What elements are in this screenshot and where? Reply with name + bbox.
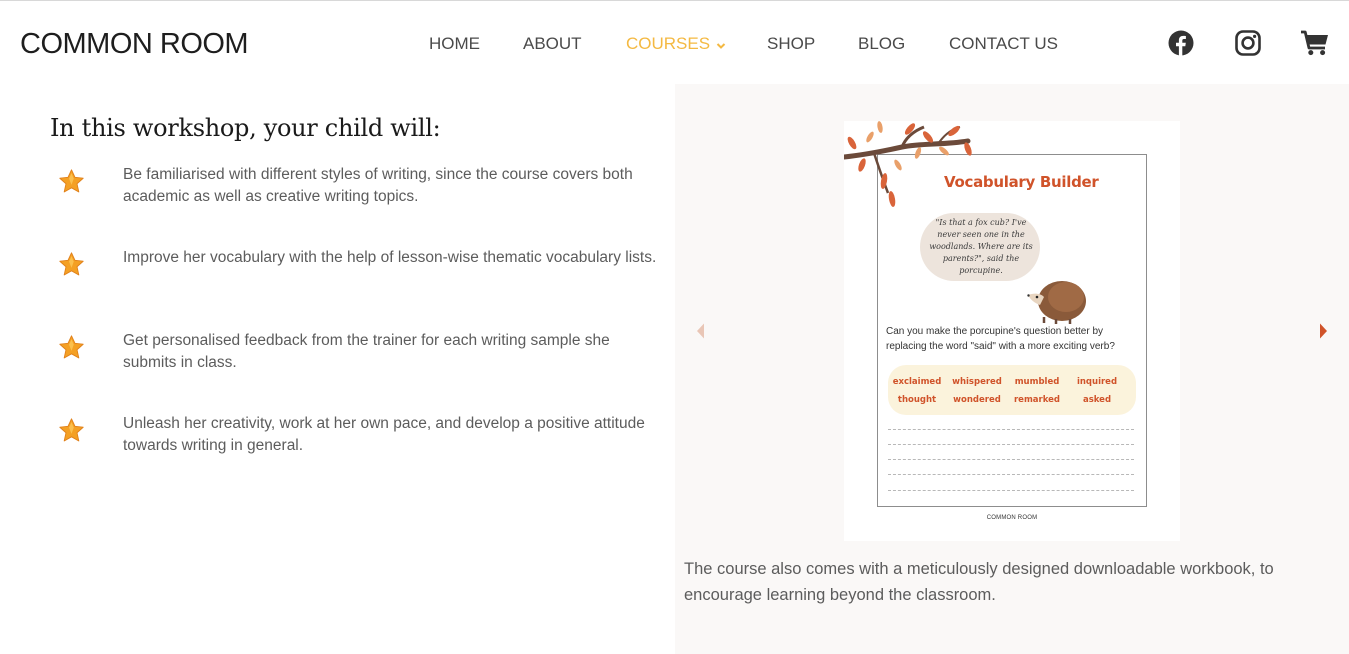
workbook-title: Vocabulary Builder — [944, 173, 1099, 191]
workbook-footer: COMMON ROOM — [986, 515, 1038, 521]
carousel-panel: Vocabulary Builder "Is that a fox cub? I… — [675, 84, 1349, 654]
list-item: Improve her vocabulary with the help of … — [58, 249, 658, 301]
nav-courses[interactable]: COURSES — [626, 34, 726, 55]
nav-contact-us[interactable]: CONTACT US — [949, 34, 1058, 54]
star-icon — [58, 417, 85, 444]
workbook-question: Can you make the porcupine's question be… — [886, 326, 1115, 352]
writing-line — [888, 474, 1134, 475]
word-bank-item: inquired — [1076, 377, 1118, 387]
carousel-prev-arrow-icon[interactable] — [695, 322, 707, 344]
star-icon — [58, 251, 85, 278]
list-item: Unleash her creativity, work at her own … — [58, 415, 658, 467]
list-item: Get personalised feedback from the train… — [58, 332, 658, 384]
word-bank-item: asked — [1082, 395, 1112, 405]
workbook-caption: The course also comes with a meticulousl… — [684, 560, 1274, 604]
word-bank-item: remarked — [1013, 395, 1060, 405]
workbook-image[interactable]: Vocabulary Builder "Is that a fox cub? I… — [844, 121, 1180, 541]
branch-illustration-icon — [844, 121, 972, 207]
word-bank-item: thought — [897, 395, 937, 405]
section-heading: In this workshop, your child will: — [50, 114, 441, 142]
nav-about[interactable]: ABOUT — [523, 34, 582, 54]
writing-line — [888, 444, 1134, 445]
cart-icon[interactable] — [1300, 30, 1330, 60]
star-icon — [58, 334, 85, 361]
nav-courses-label: COURSES — [626, 34, 711, 53]
speech-bubble-text: "Is that a fox cub? I've never seen one … — [929, 218, 1033, 275]
writing-line — [888, 429, 1134, 430]
word-bank-item: wondered — [953, 395, 1001, 405]
facebook-icon[interactable] — [1168, 30, 1194, 60]
nav-shop[interactable]: SHOP — [767, 34, 815, 54]
hedgehog-illustration-icon — [1027, 281, 1086, 324]
chevron-down-icon — [716, 35, 726, 55]
word-bank-item: mumbled — [1014, 377, 1060, 387]
word-bank-item: whispered — [952, 377, 1002, 387]
bullet-text: Unleash her creativity, work at her own … — [123, 415, 645, 454]
list-item: Be familiarised with different styles of… — [58, 166, 658, 218]
nav-blog[interactable]: BLOG — [858, 34, 905, 54]
star-icon — [58, 168, 85, 195]
word-bank-item: exclaimed — [892, 377, 942, 387]
writing-line — [888, 490, 1134, 491]
bullet-text: Get personalised feedback from the train… — [123, 332, 610, 371]
word-bank: exclaimed whispered mumbled inquired tho… — [888, 365, 1136, 415]
top-divider — [0, 0, 1349, 1]
site-logo[interactable]: COMMON ROOM — [20, 28, 249, 61]
instagram-icon[interactable] — [1235, 30, 1261, 60]
bullet-text: Be familiarised with different styles of… — [123, 166, 633, 205]
writing-line — [888, 459, 1134, 460]
bullet-text: Improve her vocabulary with the help of … — [123, 249, 657, 266]
nav-home[interactable]: HOME — [429, 34, 480, 54]
carousel-next-arrow-icon[interactable] — [1317, 322, 1329, 344]
